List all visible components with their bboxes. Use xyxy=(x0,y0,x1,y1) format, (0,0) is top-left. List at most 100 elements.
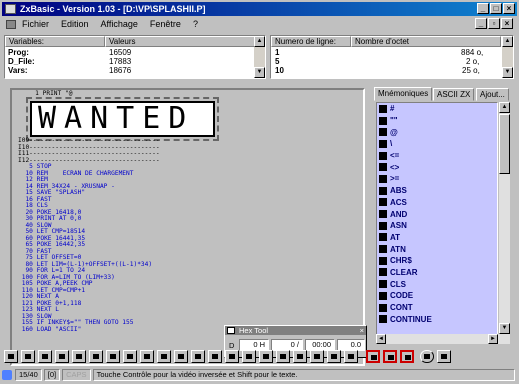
scroll-up-icon[interactable]: ▲ xyxy=(502,36,513,47)
status-message: Touche Contrôle pour la vidéo inversée e… xyxy=(92,369,515,381)
var-name: Vars: xyxy=(8,66,28,75)
lines-scrollbar[interactable]: ▲ ▼ xyxy=(502,36,513,78)
keyword-item[interactable]: ASN xyxy=(377,220,497,232)
keyword-item[interactable]: CLEAR xyxy=(377,267,497,279)
keyword-item[interactable]: "" xyxy=(377,115,497,127)
document-icon[interactable] xyxy=(6,19,16,29)
scroll-right-icon[interactable]: ► xyxy=(488,334,498,344)
keyword-item[interactable]: >= xyxy=(377,173,497,185)
hex-close-icon[interactable]: × xyxy=(360,326,364,335)
col-variables[interactable]: Variables: xyxy=(5,36,105,47)
hex-tool-title: Hex Tool xyxy=(239,326,269,335)
keyword-item[interactable]: \ xyxy=(377,138,497,150)
menu-view[interactable]: Affichage xyxy=(101,19,138,29)
scroll-left-icon[interactable]: ◄ xyxy=(376,334,386,344)
char-button[interactable] xyxy=(72,349,86,363)
tab-add[interactable]: Ajout... xyxy=(476,88,509,101)
hex-tool-titlebar[interactable]: Hex Tool × xyxy=(225,326,366,335)
var-value: 18676 xyxy=(109,66,132,75)
doc-restore-button[interactable]: ▫ xyxy=(488,18,500,29)
minimize-button[interactable]: _ xyxy=(477,3,489,14)
char-button[interactable] xyxy=(276,349,290,363)
keyword-item[interactable]: <> xyxy=(377,161,497,173)
char-button[interactable] xyxy=(4,349,18,363)
char-button[interactable] xyxy=(327,349,341,363)
col-values[interactable]: Valeurs xyxy=(105,36,255,47)
red-mode-button[interactable] xyxy=(400,349,414,363)
keyword-icon xyxy=(379,128,387,137)
keyword-list: # "" @ \ <= <> >= ABS ACS AND ASN AT ATN… xyxy=(376,102,498,344)
char-button[interactable] xyxy=(242,349,256,363)
doc-close-button[interactable]: × xyxy=(501,18,513,29)
red-mode-button[interactable] xyxy=(366,349,380,363)
char-button[interactable] xyxy=(208,349,222,363)
keyword-item[interactable]: <= xyxy=(377,150,497,162)
keyword-item[interactable]: CHR$ xyxy=(377,255,497,267)
keyword-icon xyxy=(379,291,387,300)
keyword-scrollbar[interactable]: ▲ ▼ xyxy=(499,102,510,334)
lines-panel: Numero de ligne: Nombre d'octet 1 884 o,… xyxy=(270,35,514,79)
scroll-thumb[interactable] xyxy=(499,114,510,174)
col-line-number[interactable]: Numero de ligne: xyxy=(271,36,351,47)
char-button[interactable] xyxy=(38,349,52,363)
code-separator: I09----------------------------------- I… xyxy=(18,137,160,164)
record-button[interactable] xyxy=(420,349,434,363)
keyword-item[interactable]: AT xyxy=(377,232,497,244)
char-button[interactable] xyxy=(89,349,103,363)
keyword-item[interactable]: CLS xyxy=(377,278,497,290)
scroll-up-icon[interactable]: ▲ xyxy=(254,36,265,47)
char-button[interactable] xyxy=(140,349,154,363)
menu-window[interactable]: Fenêtre xyxy=(150,19,181,29)
keyword-item[interactable]: AND xyxy=(377,208,497,220)
char-button[interactable] xyxy=(55,349,69,363)
scroll-down-icon[interactable]: ▼ xyxy=(499,323,510,334)
keyword-icon xyxy=(379,163,387,172)
keyword-icon xyxy=(379,233,387,242)
keyword-icon xyxy=(379,104,387,113)
char-button[interactable] xyxy=(106,349,120,363)
col-byte-count[interactable]: Nombre d'octet xyxy=(351,36,501,47)
keyword-item[interactable]: # xyxy=(377,103,497,115)
line-number: 10 xyxy=(275,66,284,75)
tab-mnemonics[interactable]: Mnémoniques xyxy=(374,87,433,101)
menu-file[interactable]: Fichier xyxy=(22,19,49,29)
char-button[interactable] xyxy=(191,349,205,363)
menu-bar: Fichier Edition Affichage Fenêtre ? _ ▫ … xyxy=(2,17,517,31)
scroll-down-icon[interactable]: ▼ xyxy=(254,67,265,78)
close-button[interactable]: × xyxy=(503,3,515,14)
vars-scrollbar[interactable]: ▲ ▼ xyxy=(254,36,265,78)
scroll-up-icon[interactable]: ▲ xyxy=(499,102,510,113)
char-button[interactable] xyxy=(225,349,239,363)
char-button[interactable] xyxy=(293,349,307,363)
char-button[interactable] xyxy=(21,349,35,363)
screen-button[interactable] xyxy=(437,349,451,363)
keyword-item[interactable]: CONT xyxy=(377,302,497,314)
keyword-item[interactable]: @ xyxy=(377,126,497,138)
char-button[interactable] xyxy=(123,349,137,363)
keyword-icon xyxy=(379,151,387,160)
code-line-1: 1 PRINT "@ xyxy=(24,90,73,97)
keyword-item[interactable]: ATN xyxy=(377,243,497,255)
maximize-button[interactable]: □ xyxy=(490,3,502,14)
red-mode-button[interactable] xyxy=(383,349,397,363)
menu-edit[interactable]: Edition xyxy=(61,19,89,29)
doc-minimize-button[interactable]: _ xyxy=(475,18,487,29)
keyword-panel: Mnémoniques ASCII ZX Ajout... # "" @ \ <… xyxy=(372,87,512,350)
var-value: 16509 xyxy=(109,48,132,57)
window-title: ZxBasic - Version 1.03 - [D:\VP\SPLASHII… xyxy=(20,4,206,14)
keyword-item[interactable]: ACS xyxy=(377,197,497,209)
keyword-hscrollbar[interactable]: ◄ ► xyxy=(376,334,510,344)
char-button[interactable] xyxy=(157,349,171,363)
hex-tool-icon xyxy=(227,327,235,334)
char-button[interactable] xyxy=(174,349,188,363)
keyword-icon xyxy=(379,116,387,125)
menu-help[interactable]: ? xyxy=(193,19,198,29)
keyword-item[interactable]: ABS xyxy=(377,185,497,197)
keyword-item[interactable]: CONTINUE xyxy=(377,313,497,325)
keyword-item[interactable]: CODE xyxy=(377,290,497,302)
scroll-down-icon[interactable]: ▼ xyxy=(502,67,513,78)
char-button[interactable] xyxy=(259,349,273,363)
char-button[interactable] xyxy=(344,349,358,363)
tab-ascii-zx[interactable]: ASCII ZX xyxy=(433,88,475,101)
char-button[interactable] xyxy=(310,349,324,363)
